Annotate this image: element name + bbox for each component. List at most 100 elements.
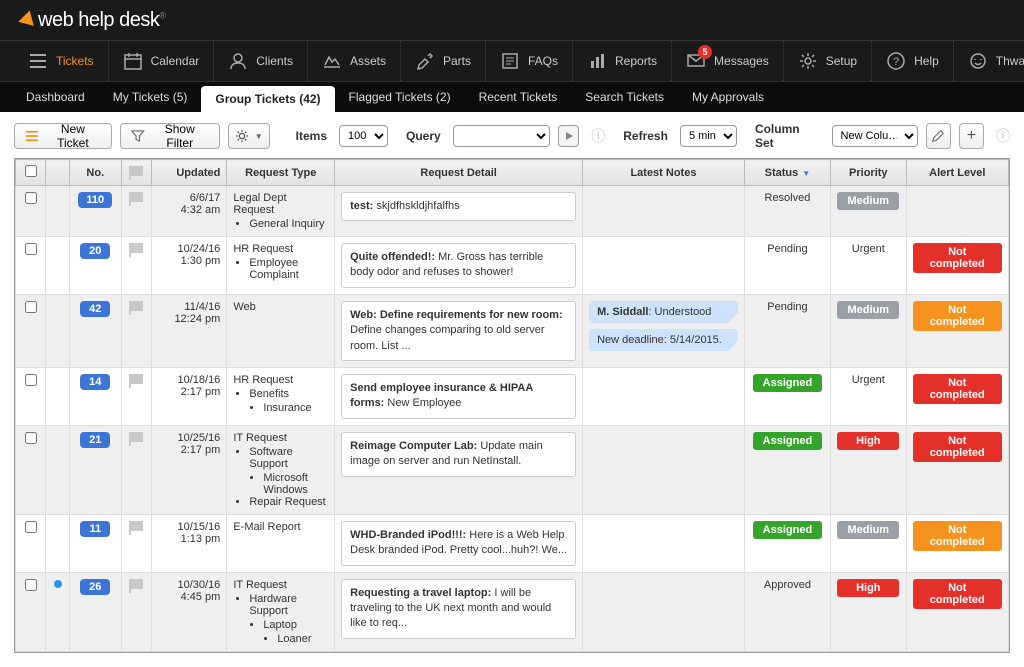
subnav-item[interactable]: Recent Tickets bbox=[465, 82, 572, 112]
flag-icon[interactable] bbox=[129, 579, 143, 589]
alert-cell: Not completed bbox=[906, 514, 1008, 572]
flag-icon[interactable] bbox=[129, 374, 143, 384]
priority-pill: High bbox=[837, 432, 899, 450]
ticket-number[interactable]: 42 bbox=[80, 301, 110, 317]
notes-cell bbox=[583, 572, 745, 651]
subnav-item[interactable]: Dashboard bbox=[12, 82, 99, 112]
table-row[interactable]: 1110/15/161:13 pmE-Mail ReportWHD-Brande… bbox=[16, 514, 1009, 572]
flag-icon bbox=[129, 166, 143, 176]
subnav-item[interactable]: Group Tickets (42) bbox=[201, 86, 334, 112]
flag-icon[interactable] bbox=[129, 432, 143, 442]
nav-assets[interactable]: Assets bbox=[307, 41, 400, 81]
request-detail[interactable]: Web: Define requirements for new room: D… bbox=[341, 301, 576, 361]
subnav-item[interactable]: My Approvals bbox=[678, 82, 778, 112]
nav-badge: 5 bbox=[698, 45, 712, 59]
nav-tickets[interactable]: Tickets bbox=[14, 41, 108, 81]
status-cell: Pending bbox=[744, 294, 830, 367]
request-detail[interactable]: Send employee insurance & HIPAA forms: N… bbox=[341, 374, 576, 419]
request-detail[interactable]: Quite offended!: Mr. Gross has terrible … bbox=[341, 243, 576, 288]
thwack-icon bbox=[968, 51, 988, 71]
query-info-icon[interactable]: ⓘ bbox=[591, 126, 605, 146]
row-checkbox[interactable] bbox=[25, 243, 37, 255]
table-row[interactable]: 2610/30/164:45 pmIT RequestHardware Supp… bbox=[16, 572, 1009, 651]
row-checkbox[interactable] bbox=[25, 374, 37, 386]
ticket-number[interactable]: 21 bbox=[80, 432, 110, 448]
row-checkbox[interactable] bbox=[25, 192, 37, 204]
nav-label: Messages bbox=[714, 54, 769, 68]
nav-messages[interactable]: Messages5 bbox=[671, 41, 783, 81]
updated-cell: 10/30/164:45 pm bbox=[151, 572, 226, 651]
nav-thwack[interactable]: Thwack bbox=[953, 41, 1024, 81]
tickets-icon bbox=[28, 51, 48, 71]
request-detail[interactable]: Requesting a travel laptop: I will be tr… bbox=[341, 579, 576, 639]
new-ticket-button[interactable]: New Ticket bbox=[14, 123, 112, 149]
ticket-number[interactable]: 11 bbox=[80, 521, 110, 537]
table-row[interactable]: 110 6/6/174:32 amLegal Dept RequestGenera… bbox=[16, 186, 1009, 237]
column-header[interactable]: Latest Notes bbox=[583, 160, 745, 186]
priority-pill: Medium bbox=[837, 521, 899, 539]
refresh-select[interactable]: 5 min bbox=[680, 125, 737, 147]
row-checkbox[interactable] bbox=[25, 521, 37, 533]
add-column-set-button[interactable]: + bbox=[959, 123, 984, 149]
ticket-number[interactable]: 20 bbox=[80, 243, 110, 259]
column-header[interactable] bbox=[121, 160, 151, 186]
column-header[interactable]: Request Detail bbox=[335, 160, 583, 186]
notes-cell bbox=[583, 425, 745, 514]
run-query-button[interactable] bbox=[558, 125, 579, 147]
edit-column-set-button[interactable] bbox=[926, 123, 951, 149]
column-header[interactable]: Status bbox=[744, 160, 830, 186]
flag-icon[interactable] bbox=[129, 192, 143, 202]
flag-icon[interactable] bbox=[129, 243, 143, 253]
updated-cell: 6/6/174:32 am bbox=[151, 186, 226, 237]
subnav-item[interactable]: My Tickets (5) bbox=[99, 82, 202, 112]
row-checkbox[interactable] bbox=[25, 432, 37, 444]
nav-setup[interactable]: Setup bbox=[783, 41, 871, 81]
ticket-number[interactable]: 26 bbox=[80, 579, 110, 595]
table-row[interactable]: 4211/4/1612:24 pmWebWeb: Define requirem… bbox=[16, 294, 1009, 367]
subnav-item[interactable]: Search Tickets bbox=[571, 82, 678, 112]
nav-label: Reports bbox=[615, 54, 657, 68]
column-set-select[interactable]: New Colu… bbox=[832, 125, 918, 147]
nav-label: Thwack bbox=[996, 54, 1024, 68]
column-header[interactable] bbox=[16, 160, 46, 186]
column-header[interactable]: No. bbox=[69, 160, 121, 186]
column-header[interactable] bbox=[46, 160, 70, 186]
priority-pill: Medium bbox=[837, 192, 899, 210]
table-row[interactable]: 2110/25/162:17 pmIT RequestSoftware Supp… bbox=[16, 425, 1009, 514]
query-select[interactable] bbox=[453, 125, 550, 147]
flag-icon[interactable] bbox=[129, 301, 143, 311]
request-type-cell: Legal Dept RequestGeneral Inquiry bbox=[227, 186, 335, 237]
ticket-number[interactable]: 110 bbox=[78, 192, 112, 208]
nav-parts[interactable]: Parts bbox=[400, 41, 485, 81]
column-set-info-icon[interactable]: ⓘ bbox=[996, 126, 1010, 146]
nav-calendar[interactable]: Calendar bbox=[108, 41, 214, 81]
main-nav: TicketsCalendarClientsAssetsPartsFAQs Rep… bbox=[0, 40, 1024, 82]
ticket-number[interactable]: 14 bbox=[80, 374, 110, 390]
select-all-checkbox[interactable] bbox=[25, 165, 37, 177]
request-detail[interactable]: WHD-Branded iPod!!!: Here is a Web Help … bbox=[341, 521, 576, 566]
subnav-item[interactable]: Flagged Tickets (2) bbox=[335, 82, 465, 112]
row-checkbox[interactable] bbox=[25, 579, 37, 591]
nav-faqs[interactable]: FAQs bbox=[485, 41, 572, 81]
request-detail[interactable]: test: skjdfhskldjhfalfhs bbox=[341, 192, 576, 221]
table-row[interactable]: 2010/24/161:30 pmHR RequestEmployee Comp… bbox=[16, 237, 1009, 295]
alert-pill: Not completed bbox=[913, 579, 1002, 609]
updated-cell: 11/4/1612:24 pm bbox=[151, 294, 226, 367]
nav-reports[interactable]: Reports bbox=[572, 41, 671, 81]
flag-icon[interactable] bbox=[129, 521, 143, 531]
table-row[interactable]: 1410/18/162:17 pmHR RequestBenefitsInsur… bbox=[16, 367, 1009, 425]
show-filter-button[interactable]: Show Filter bbox=[120, 123, 220, 149]
nav-clients[interactable]: Clients bbox=[213, 41, 307, 81]
items-select[interactable]: 100 bbox=[339, 125, 388, 147]
column-header[interactable]: Priority bbox=[831, 160, 906, 186]
status-pill: Assigned bbox=[753, 374, 823, 392]
column-header[interactable]: Updated bbox=[151, 160, 226, 186]
column-header[interactable]: Alert Level bbox=[906, 160, 1008, 186]
query-label: Query bbox=[406, 129, 441, 143]
row-checkbox[interactable] bbox=[25, 301, 37, 313]
column-header[interactable]: Request Type bbox=[227, 160, 335, 186]
request-detail[interactable]: Reimage Computer Lab: Update main image … bbox=[341, 432, 576, 477]
settings-dropdown-button[interactable]: ▼ bbox=[228, 123, 270, 149]
status-cell: Assigned bbox=[744, 425, 830, 514]
nav-help[interactable]: ?Help bbox=[871, 41, 953, 81]
